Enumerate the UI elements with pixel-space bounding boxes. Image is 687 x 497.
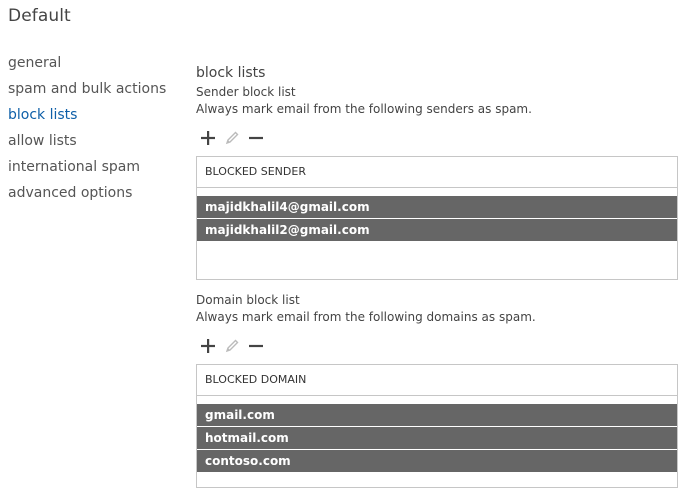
minus-icon (249, 136, 263, 140)
domain-block-description: Always mark email from the following dom… (196, 310, 536, 324)
section-title: block lists (196, 65, 266, 81)
nav-item-block-lists[interactable]: block lists (8, 102, 166, 128)
nav-item-international-spam[interactable]: international spam (8, 154, 166, 180)
domain-block-section: Domain block list Always mark email from… (196, 292, 678, 488)
domain-list-row[interactable]: hotmail.com (197, 427, 677, 449)
sender-block-description: Always mark email from the following sen… (196, 102, 532, 116)
plus-icon (201, 339, 215, 353)
remove-domain-button[interactable] (244, 334, 268, 358)
sender-list: BLOCKED SENDER majidkhalil4@gmail.com ma… (196, 156, 678, 280)
domain-column-header[interactable]: BLOCKED DOMAIN (197, 365, 677, 396)
sender-list-row[interactable]: majidkhalil4@gmail.com (197, 196, 677, 218)
nav-item-advanced-options[interactable]: advanced options (8, 180, 166, 206)
left-nav: general spam and bulk actions block list… (8, 50, 166, 206)
sender-block-section: Sender block list Always mark email from… (196, 84, 678, 280)
domain-block-title: Domain block list (196, 293, 300, 307)
add-sender-button[interactable] (196, 126, 220, 150)
sender-block-title: Sender block list (196, 85, 296, 99)
plus-icon (201, 131, 215, 145)
pencil-icon (225, 339, 239, 353)
edit-domain-button[interactable] (220, 334, 244, 358)
nav-item-general[interactable]: general (8, 50, 166, 76)
domain-toolbar (196, 334, 678, 358)
nav-item-spam-and-bulk-actions[interactable]: spam and bulk actions (8, 76, 166, 102)
page-title: Default (8, 6, 71, 26)
remove-sender-button[interactable] (244, 126, 268, 150)
minus-icon (249, 344, 263, 348)
pencil-icon (225, 131, 239, 145)
sender-list-row[interactable]: majidkhalil2@gmail.com (197, 219, 677, 241)
edit-sender-button[interactable] (220, 126, 244, 150)
add-domain-button[interactable] (196, 334, 220, 358)
sender-toolbar (196, 126, 678, 150)
domain-list: BLOCKED DOMAIN gmail.com hotmail.com con… (196, 364, 678, 488)
domain-list-row[interactable]: gmail.com (197, 404, 677, 426)
nav-item-allow-lists[interactable]: allow lists (8, 128, 166, 154)
sender-column-header[interactable]: BLOCKED SENDER (197, 157, 677, 188)
main-content: block lists Sender block list Always mar… (196, 62, 678, 488)
domain-list-row[interactable]: contoso.com (197, 450, 677, 472)
